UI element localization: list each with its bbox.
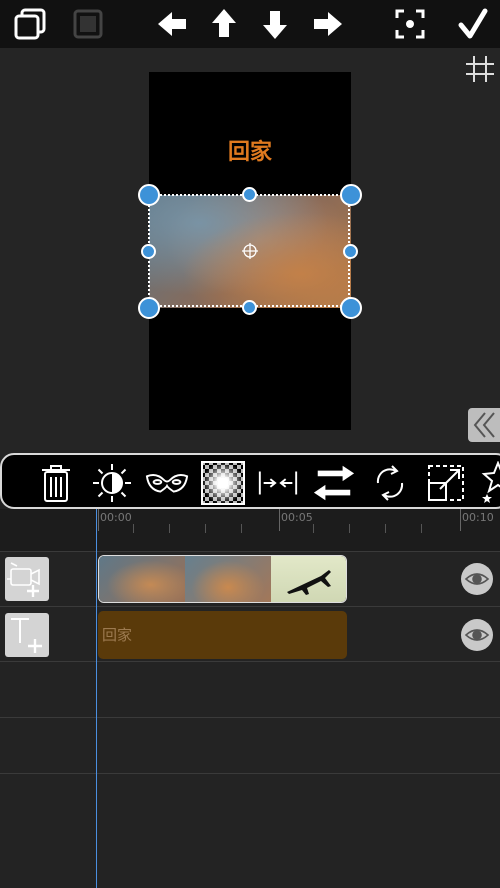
tick-label-2: 00:10 <box>462 511 494 524</box>
clip-frame <box>185 556 271 602</box>
tick-mark <box>385 524 386 533</box>
arrow-right-icon[interactable] <box>307 4 347 44</box>
grid-icon[interactable] <box>464 54 496 84</box>
arrow-left-icon[interactable] <box>153 4 193 44</box>
empty-track <box>0 662 500 718</box>
split-icon[interactable] <box>256 461 300 505</box>
tick-mark <box>349 524 350 533</box>
tick-mark <box>313 524 314 533</box>
video-track-icon[interactable] <box>5 557 49 601</box>
stop-icon[interactable] <box>68 4 108 44</box>
eye-icon[interactable] <box>461 619 493 651</box>
resize-handle-top-left[interactable] <box>138 184 160 206</box>
resize-handle-bottom-right[interactable] <box>340 297 362 319</box>
tick-mark <box>133 524 134 533</box>
tick-label-0: 00:00 <box>100 511 132 524</box>
overlay-text[interactable]: 回家 <box>149 134 351 166</box>
text-track-icon[interactable] <box>5 613 49 657</box>
tick-label-1: 00:05 <box>281 511 313 524</box>
effects-toolbar <box>0 453 500 509</box>
sparkle-icon[interactable] <box>474 461 500 505</box>
tick-mark-major <box>279 509 280 531</box>
airplane-icon <box>287 570 331 595</box>
tick-mark <box>421 524 422 533</box>
rotate-icon[interactable] <box>368 461 412 505</box>
arrow-down-icon[interactable] <box>255 4 295 44</box>
playhead[interactable] <box>96 509 97 888</box>
video-track <box>0 551 500 607</box>
mask-icon[interactable] <box>145 461 189 505</box>
tick-mark <box>169 524 170 533</box>
copy-icon[interactable] <box>10 4 50 44</box>
text-clip[interactable]: 回家 <box>98 611 347 659</box>
resize-handle-bottom[interactable] <box>242 300 257 315</box>
empty-track <box>0 718 500 774</box>
resize-icon[interactable] <box>424 461 468 505</box>
trash-icon[interactable] <box>34 461 78 505</box>
tick-mark <box>241 524 242 533</box>
resize-handle-top[interactable] <box>242 187 257 202</box>
collapse-panel-button[interactable] <box>468 408 500 442</box>
focus-icon[interactable] <box>390 4 430 44</box>
brightness-icon[interactable] <box>90 461 134 505</box>
resize-handle-left[interactable] <box>141 244 156 259</box>
swap-icon[interactable] <box>312 461 356 505</box>
tick-mark-major <box>98 509 99 531</box>
clip-frame <box>99 556 185 602</box>
checkmark-icon[interactable] <box>453 4 493 44</box>
top-toolbar <box>0 0 500 48</box>
eye-icon[interactable] <box>461 563 493 595</box>
resize-handle-bottom-left[interactable] <box>138 297 160 319</box>
arrow-up-icon[interactable] <box>204 4 244 44</box>
timeline-ruler[interactable]: 00:00 00:05 00:10 <box>0 509 500 552</box>
resize-handle-right[interactable] <box>343 244 358 259</box>
video-clip[interactable] <box>98 555 347 603</box>
tick-mark <box>205 524 206 533</box>
vignette-icon[interactable] <box>201 461 245 505</box>
resize-handle-top-right[interactable] <box>340 184 362 206</box>
tick-mark-major <box>460 509 461 531</box>
crosshair-icon[interactable] <box>242 243 258 259</box>
clip-frame <box>271 556 346 602</box>
text-track: 回家 <box>0 607 500 662</box>
